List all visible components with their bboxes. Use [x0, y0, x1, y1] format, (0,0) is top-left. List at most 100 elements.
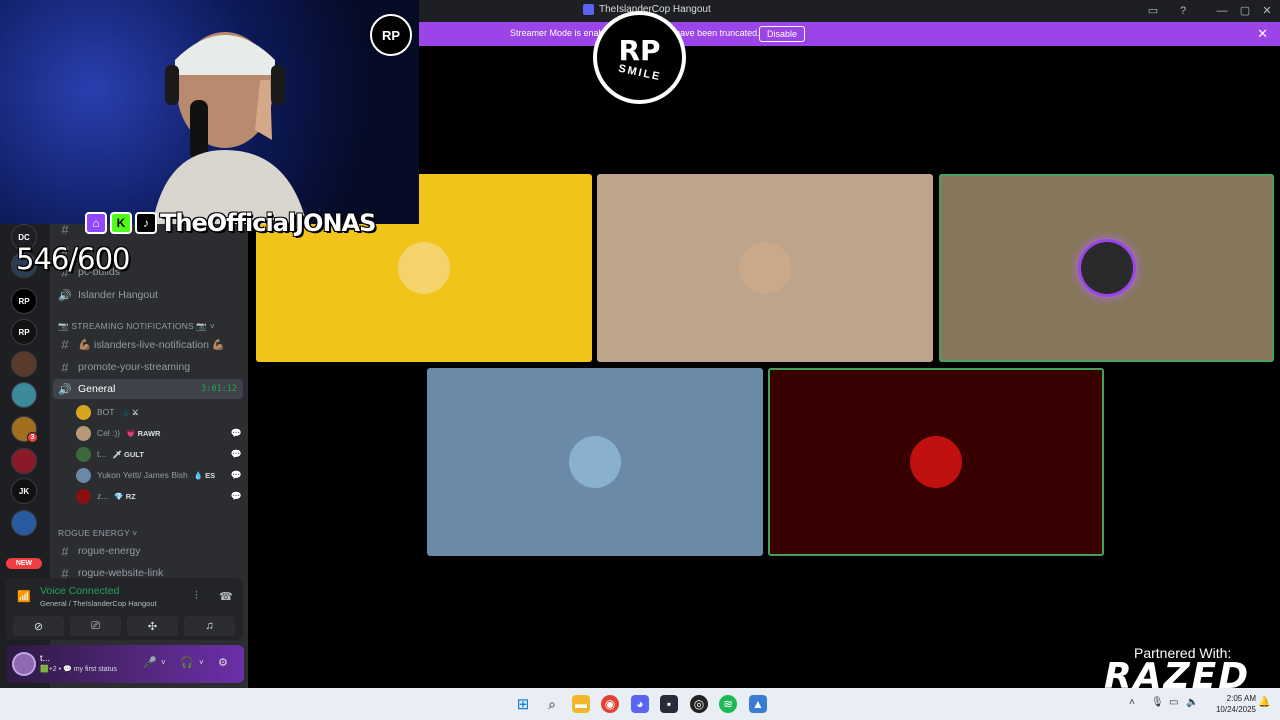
maximize-button[interactable]: ▢ — [1236, 3, 1254, 19]
user-name: t... — [40, 653, 51, 663]
network-icon[interactable]: ▭ — [1169, 697, 1178, 708]
search-icon[interactable]: ⌕ — [543, 695, 561, 713]
speaker-icon: 🔊 — [58, 383, 72, 396]
volume-icon[interactable]: 🔈 — [1186, 697, 1198, 708]
soundboard-button[interactable]: ♫ — [184, 616, 235, 636]
streaming-indicator-icon: 💬 — [230, 490, 242, 501]
signal-icon[interactable]: 📶 — [17, 590, 31, 603]
camera-off-button[interactable]: ⊘ — [13, 616, 64, 636]
video-tile[interactable] — [427, 368, 763, 556]
chrome-icon[interactable]: ◉ — [601, 695, 619, 713]
rp-smile-server-icon[interactable]: RP — [11, 319, 37, 345]
city-avatar — [569, 436, 621, 488]
obs-icon[interactable]: ◎ — [690, 695, 708, 713]
category-streaming-notifications[interactable]: 📷 STREAMING NOTIFICATIONS 📷 ˅ — [58, 321, 215, 332]
rp-server-icon[interactable]: RP — [11, 288, 37, 314]
category-rogue-energy[interactable]: ROGUE ENERGY ˅ — [58, 528, 137, 538]
notification-bell-icon[interactable]: 🔔 — [1258, 697, 1270, 708]
woman-avatar — [739, 242, 791, 294]
kick-icon: K — [110, 212, 132, 234]
discord-logo-icon — [583, 4, 594, 15]
server-icon[interactable] — [11, 448, 37, 474]
soundboard-icon: ♫ — [205, 620, 214, 632]
man-avatar — [1080, 242, 1133, 294]
avatar — [76, 404, 91, 420]
dog-avatar — [398, 242, 450, 294]
speaker-icon: 🔊 — [58, 289, 72, 302]
voice-user-row[interactable]: Cel :)) 💗 RAWR 💬 — [76, 424, 242, 442]
hash-icon: # — [61, 336, 69, 352]
file-explorer-icon[interactable]: ▬ — [572, 695, 590, 713]
inbox-icon[interactable]: ▭ — [1146, 4, 1160, 18]
disable-streamer-mode-button[interactable]: Disable — [759, 26, 806, 42]
streaming-indicator-icon: 💬 — [230, 469, 242, 480]
voice-user-row[interactable]: BOT 🌑 ⚔ — [76, 403, 242, 421]
spotify-icon[interactable]: ≋ — [719, 695, 737, 713]
system-clock[interactable]: 2:05 AM 10/24/2025 — [1204, 693, 1256, 715]
activities-button[interactable]: ✣ — [127, 616, 178, 636]
windows-taskbar: ⊞ ⌕ ▬ ◉ ◕ ▪ ◎ ≋ ▲ ˄ 🎙 ▭ 🔈 2:05 AM 10/24/… — [0, 688, 1280, 720]
voice-user-name: Yukon Yetti/ James Bish — [97, 470, 188, 480]
avatar — [76, 467, 91, 483]
voice-connected-subtitle[interactable]: General / TheIslanderCop Hangout — [40, 599, 157, 608]
rp-smile-overlay-logo: RP SMILE — [593, 11, 686, 104]
avatar[interactable] — [12, 652, 36, 676]
microphone-icon[interactable]: 🎤 — [143, 656, 157, 669]
screen-share-button[interactable]: ⎚ — [70, 616, 121, 636]
screen-share-icon: ⎚ — [91, 619, 100, 632]
voice-user-row[interactable]: t... 🗡 GULT 💬 — [76, 445, 242, 463]
streamer-webcam-image — [152, 32, 307, 224]
voice-connected-panel: 📶 Voice Connected General / TheIslanderC… — [5, 578, 243, 640]
avatar — [76, 425, 91, 441]
channel-islander-hangout[interactable]: 🔊 Islander Hangout — [58, 285, 242, 305]
close-banner-icon[interactable]: ✕ — [1257, 26, 1268, 42]
discord-taskbar-icon[interactable]: ◕ — [631, 695, 649, 713]
channel-rogue-energy[interactable]: # rogue-energy — [58, 541, 242, 561]
voice-user-tag: 💗 RAWR — [126, 428, 161, 438]
help-icon[interactable]: ? — [1176, 4, 1190, 18]
channel-promote-your-streaming[interactable]: # promote-your-streaming — [58, 357, 242, 377]
minimize-button[interactable]: — — [1213, 3, 1231, 19]
streamer-handle-overlay: ⌂ K ♪ TheOfficialJONAS — [85, 206, 376, 240]
voice-channel-general[interactable]: 🔊 General 3:01:12 — [53, 379, 243, 399]
channel-islanders-live-notification[interactable]: # 💪🏽 islanders-live-notification 💪🏽 — [58, 334, 242, 354]
chevron-down-icon[interactable]: ˅ — [161, 658, 166, 667]
disconnect-icon[interactable]: ☎ — [219, 590, 233, 603]
mic-tray-icon[interactable]: 🎙 — [1151, 697, 1164, 708]
server-icon[interactable] — [11, 351, 37, 377]
follower-counter: 546/600 — [16, 242, 130, 276]
rp-webcam-badge: RP — [370, 14, 412, 56]
twitch-icon: ⌂ — [85, 212, 107, 234]
gear-icon[interactable]: ⚙ — [218, 656, 228, 669]
server-icon[interactable]: 3 — [11, 416, 38, 443]
noise-suppression-icon[interactable]: ⫶ — [195, 590, 198, 603]
app-taskbar-icon[interactable]: ▪ — [660, 695, 678, 713]
video-tile[interactable] — [768, 368, 1104, 556]
voice-user-row[interactable]: z... 💎 RZ 💬 — [76, 487, 242, 505]
video-tile[interactable] — [597, 174, 933, 362]
voice-user-tag: 💧 ES — [193, 470, 216, 480]
user-status: 🟩+2 • 💬 my first status — [40, 666, 117, 673]
voice-user-name: BOT — [97, 407, 115, 417]
server-icon[interactable] — [11, 510, 37, 536]
voice-user-tag: 🗡 GULT — [112, 449, 144, 459]
hash-icon: # — [61, 359, 69, 375]
chevron-down-icon[interactable]: ˅ — [199, 658, 204, 667]
server-icon[interactable] — [11, 382, 37, 408]
photos-icon[interactable]: ▲ — [749, 695, 767, 713]
chevron-up-icon[interactable]: ˄ — [1129, 697, 1135, 708]
discord-window: TheIslanderCop Hangout ▭ ? — ▢ ✕ Streame… — [0, 0, 1280, 720]
video-tile[interactable] — [939, 174, 1274, 362]
voice-user-row[interactable]: Yukon Yetti/ James Bish 💧 ES 💬 — [76, 466, 242, 484]
headphones-icon[interactable]: 🎧 — [180, 656, 194, 669]
voice-user-name: Cel :)) — [97, 428, 121, 438]
user-panel: t... 🟩+2 • 💬 my first status 🎤 ˅ 🎧 ˅ ⚙ — [6, 645, 244, 683]
voice-user-name: z... — [97, 491, 109, 501]
windows-start-icon[interactable]: ⊞ — [514, 695, 532, 713]
close-window-button[interactable]: ✕ — [1258, 3, 1276, 19]
camera-off-icon: ⊘ — [33, 620, 44, 633]
voice-user-tag: 🌑 ⚔ — [120, 407, 139, 417]
avatar — [76, 446, 91, 462]
voice-user-tag: 💎 RZ — [114, 491, 136, 501]
jk-server-icon[interactable]: JK — [11, 478, 37, 504]
